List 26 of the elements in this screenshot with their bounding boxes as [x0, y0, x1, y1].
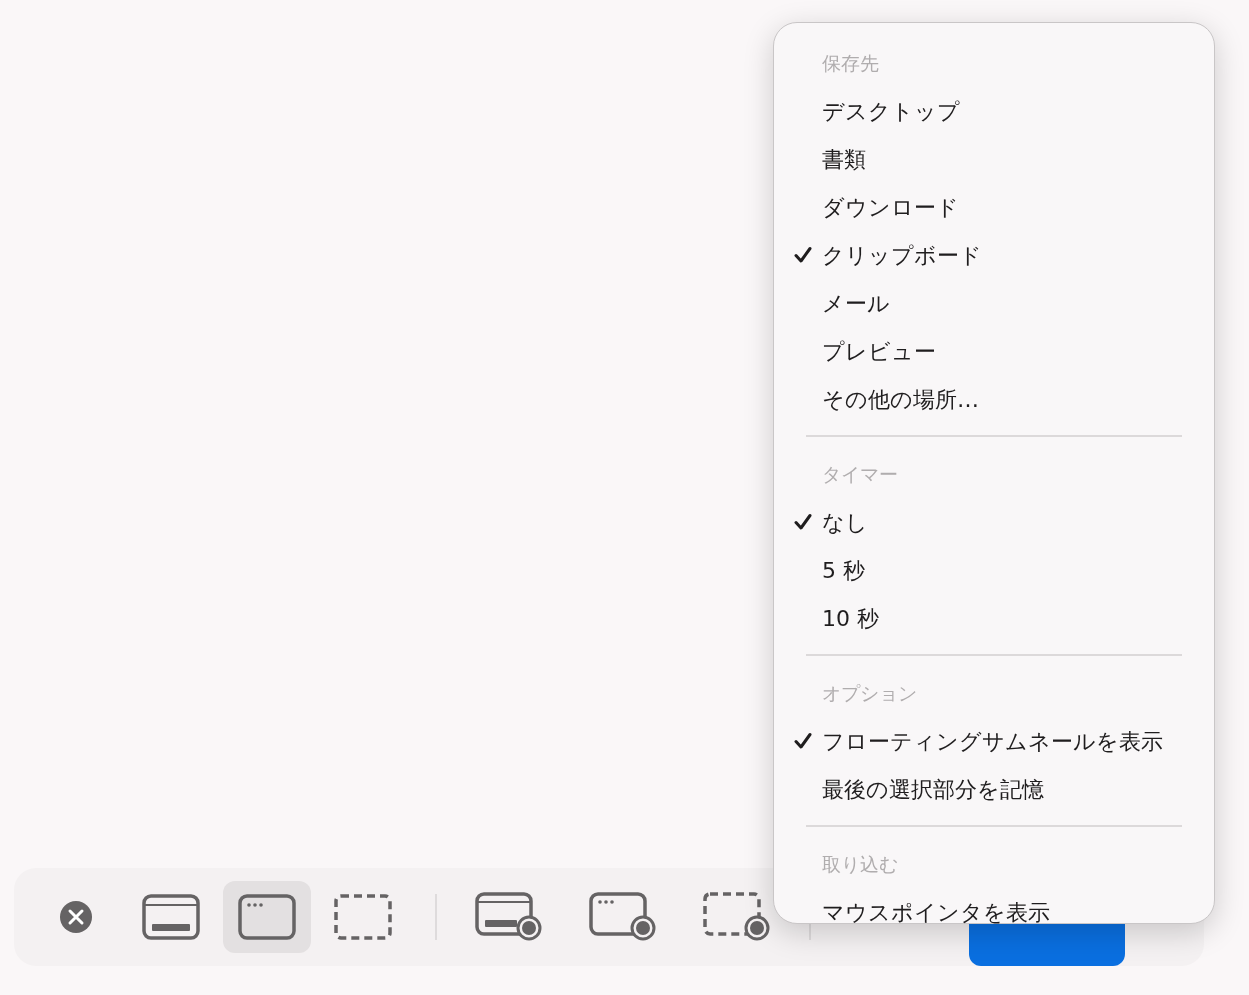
window-icon [238, 894, 296, 940]
menu-item[interactable]: プレビュー [822, 334, 936, 368]
close-button[interactable] [59, 900, 93, 934]
menu-item[interactable]: フローティングサムネールを表示 [822, 724, 1163, 758]
dashed-selection-icon [334, 894, 392, 940]
menu-item[interactable]: マウスポインタを表示 [822, 895, 1050, 929]
section-header: オプション [822, 682, 917, 704]
menu-item[interactable]: ダウンロード [822, 190, 959, 224]
screen-icon [142, 894, 200, 940]
menu-item[interactable]: 最後の選択部分を記憶 [822, 772, 1044, 806]
section-header: 保存先 [822, 52, 879, 74]
menu-item[interactable]: なし [822, 505, 868, 539]
menu-item[interactable]: メール [822, 286, 890, 320]
menu-item[interactable]: デスクトップ [822, 94, 960, 128]
menu-item[interactable]: 5 秒 [822, 553, 865, 587]
screen-record-icon [475, 892, 543, 942]
window-record-icon [589, 892, 657, 942]
menu-item[interactable]: その他の場所… [822, 382, 979, 416]
selection-record-icon [703, 892, 771, 942]
section-header: タイマー [822, 463, 898, 485]
close-icon [59, 900, 93, 934]
tool-button[interactable] [223, 881, 311, 953]
section-header: 取り込む [822, 853, 898, 875]
menu-item[interactable]: 10 秒 [822, 601, 879, 635]
menu-item[interactable]: クリップボード [822, 238, 982, 272]
menu-item[interactable]: 書類 [822, 142, 866, 176]
